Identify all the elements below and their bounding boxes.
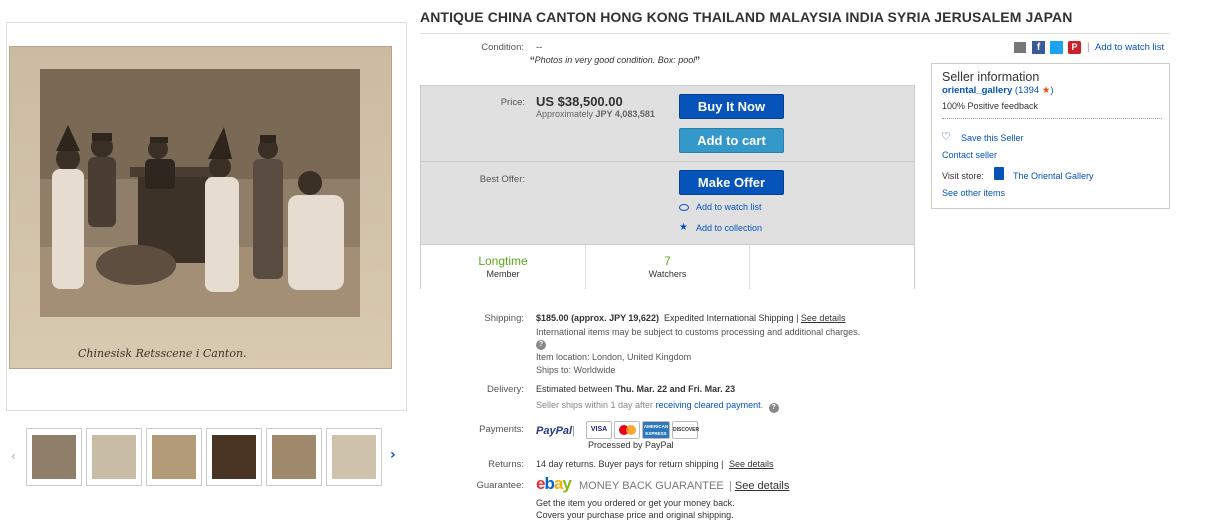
stat-big-text: 7 xyxy=(664,254,671,268)
seller-divider xyxy=(942,118,1162,119)
returns-see-details-link[interactable]: See details xyxy=(729,459,774,469)
ships-to: Ships to: Worldwide xyxy=(536,365,616,375)
amex-logo: AMERICAN EXPRESS xyxy=(642,421,670,439)
cleared-payment-link[interactable]: receiving cleared payment xyxy=(656,400,761,410)
main-item-photo[interactable]: Chinesisk Retsscene i Canton. xyxy=(9,46,392,369)
facebook-icon[interactable]: f xyxy=(1032,41,1045,54)
guarantee-line-2: Covers your purchase price and original … xyxy=(536,510,734,520)
delivery-ships-within: Seller ships within 1 day after receivin… xyxy=(536,400,779,413)
delivery-label: Delivery: xyxy=(487,384,524,395)
seller-name-row: oriental_gallery (1394 ★) xyxy=(942,85,1054,96)
processed-by-paypal: Processed by PayPal xyxy=(588,440,674,450)
see-other-items-link[interactable]: See other items xyxy=(942,188,1005,198)
help-icon[interactable]: ? xyxy=(536,340,546,350)
visit-store-label: Visit store: xyxy=(942,171,984,181)
contact-seller-link[interactable]: Contact seller xyxy=(942,150,997,160)
payments-label: Payments: xyxy=(479,424,524,435)
stat-small-text: Watchers xyxy=(648,269,687,279)
heart-icon[interactable]: ♡ xyxy=(941,130,951,143)
item-title: ANTIQUE CHINA CANTON HONG KONG THAILAND … xyxy=(420,9,1073,25)
stat-watchers: 7 Watchers xyxy=(586,245,749,289)
mastercard-logo xyxy=(614,421,640,439)
price-approx: Approximately JPY 4,083,581 xyxy=(536,109,655,119)
returns-text: 14 day returns. Buyer pays for return sh… xyxy=(536,459,774,469)
ebay-logo: ebay xyxy=(536,474,572,493)
twitter-icon[interactable] xyxy=(1050,41,1063,54)
stat-longtime-member: Longtime Member xyxy=(421,245,585,289)
add-to-collection-link[interactable]: Add to collection xyxy=(696,223,762,233)
title-divider xyxy=(420,33,1170,34)
stat-empty xyxy=(750,245,914,289)
score-close: ) xyxy=(1050,85,1054,96)
item-location: Item location: London, United Kingdom xyxy=(536,352,692,362)
save-seller-link[interactable]: Save this Seller xyxy=(961,133,1024,143)
email-icon[interactable] xyxy=(1014,42,1026,53)
condition-value: -- xyxy=(536,42,543,53)
store-link[interactable]: The Oriental Gallery xyxy=(1013,171,1094,181)
buy-box-divider xyxy=(421,161,914,162)
star-icon: ★ xyxy=(679,222,688,233)
shipping-see-details-link[interactable]: See details xyxy=(801,313,846,323)
svg-text:Chinesisk Retsscene i Canton.: Chinesisk Retsscene i Canton. xyxy=(78,347,247,360)
buy-box: Price: US $38,500.00 Approximately JPY 4… xyxy=(420,85,915,289)
money-back-guarantee: MONEY BACK GUARANTEE xyxy=(579,480,724,492)
thumbnail-6[interactable] xyxy=(326,428,382,486)
condition-quote: “Photos in very good condition. Box: poo… xyxy=(530,53,700,69)
best-offer-label: Best Offer: xyxy=(479,174,525,185)
add-to-watch-list-link[interactable]: Add to watch list xyxy=(696,202,762,212)
visa-logo: VISA xyxy=(586,421,612,439)
help-icon[interactable]: ? xyxy=(768,403,779,413)
guarantee-see-details-link[interactable]: See details xyxy=(735,480,789,492)
stat-big-text: Longtime xyxy=(478,254,528,268)
discover-logo: DISCOVER xyxy=(672,421,699,439)
thumbnail-2[interactable] xyxy=(86,428,142,486)
historic-photo-illustration: Chinesisk Retsscene i Canton. xyxy=(10,47,391,368)
shipping-label: Shipping: xyxy=(484,313,524,324)
eye-icon xyxy=(679,204,689,211)
add-to-cart-button[interactable]: Add to cart xyxy=(679,128,784,153)
seller-info-panel: Seller information oriental_gallery (139… xyxy=(931,63,1170,209)
buy-it-now-button[interactable]: Buy It Now xyxy=(679,94,784,119)
chevron-right-icon[interactable]: › xyxy=(390,447,396,463)
delivery-estimate: Estimated between Thu. Mar. 22 and Fri. … xyxy=(536,384,736,394)
stat-small-text: Member xyxy=(486,269,520,279)
price-label: Price: xyxy=(500,97,525,108)
seller-heading: Seller information xyxy=(942,70,1040,84)
shipping-line: $185.00 (approx. JPY 19,622) Expedited I… xyxy=(536,313,846,323)
thumbnail-strip xyxy=(26,428,386,488)
make-offer-button[interactable]: Make Offer xyxy=(679,170,784,195)
seller-name-link[interactable]: oriental_gallery xyxy=(942,85,1012,96)
share-divider: | xyxy=(1087,42,1090,53)
guarantee-see-details: | See details xyxy=(729,480,790,492)
store-icon xyxy=(994,167,1004,180)
paypal-logo: PayPal| xyxy=(536,425,575,437)
returns-label: Returns: xyxy=(488,459,524,470)
thumbnail-4[interactable] xyxy=(206,428,262,486)
customs-note: International items may be subject to cu… xyxy=(536,327,861,337)
thumbnail-5[interactable] xyxy=(266,428,322,486)
header-add-to-watch-link[interactable]: Add to watch list xyxy=(1095,42,1164,53)
guarantee-label: Guarantee: xyxy=(476,480,524,491)
pinterest-icon[interactable]: P xyxy=(1068,41,1081,54)
condition-label: Condition: xyxy=(481,42,524,53)
price-value: US $38,500.00 xyxy=(536,94,623,109)
positive-feedback: 100% Positive feedback xyxy=(942,101,1039,111)
thumbnail-1[interactable] xyxy=(26,428,82,486)
feedback-score-link[interactable]: 1394 xyxy=(1018,85,1039,96)
thumbnail-3[interactable] xyxy=(146,428,202,486)
guarantee-line-1: Get the item you ordered or get your mon… xyxy=(536,498,735,508)
chevron-left-icon[interactable]: ‹ xyxy=(11,449,16,463)
